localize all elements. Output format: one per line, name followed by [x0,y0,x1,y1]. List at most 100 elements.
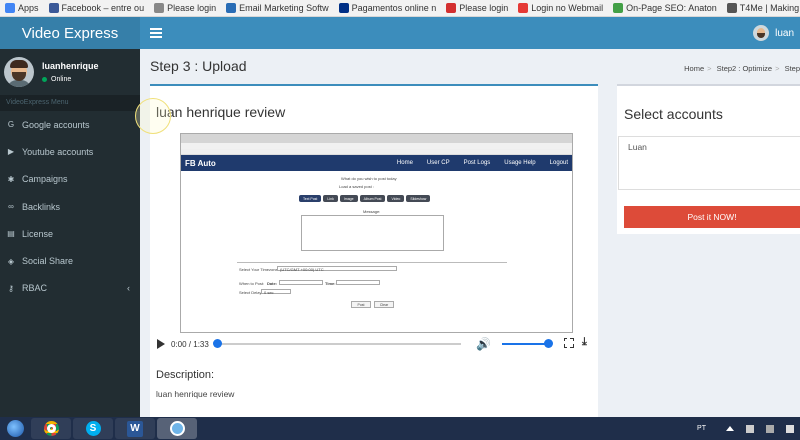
volume-slider[interactable] [502,343,548,345]
video-frame-nav-usercp: User CP [426,160,450,166]
taskbar-word[interactable]: W [115,418,155,439]
bullhorn-icon: ✱ [7,174,15,184]
bookmark-label: On-Page SEO: Anaton [626,3,717,13]
accounts-box: Select accounts Luan Post it NOW! [617,84,800,234]
windows-start-icon [6,420,24,437]
video-frame-nav-help: Usage Help [504,160,536,166]
arrow-up-icon[interactable] [726,426,734,431]
volume-icon[interactable]: 🔊 [476,337,491,351]
nav-user-name: luan [775,27,794,39]
fullscreen-icon[interactable] [563,337,574,348]
bookmark-item[interactable]: On-Page SEO: Anaton [608,3,722,13]
online-dot-icon [42,77,47,82]
bookmark-item[interactable]: Facebook – entre ou [44,3,150,13]
video-player[interactable]: FB Auto Home User CP Post Logs Usage Hel… [180,133,573,333]
accounts-list[interactable]: Luan [618,136,800,190]
bookmark-item[interactable]: T4Me | Making You F [722,3,800,13]
post-now-button[interactable]: Post it NOW! [624,206,800,228]
recorder-icon [169,421,185,436]
breadcrumb-step3: Step [784,64,800,73]
video-frame-delay-select: 0 sec [261,289,291,295]
bookmark-label: Apps [18,3,39,13]
bookmark-item[interactable]: Login no Webmail [513,3,608,13]
bookmark-item[interactable]: Please login [441,3,513,13]
video-frame-timezone-label: Select Your Timezone: [239,267,279,272]
video-seek-bar[interactable] [217,343,461,345]
video-frame-when-label: When to Post: [239,281,265,286]
accounts-title: Select accounts [624,106,723,122]
key-icon: ⚷ [8,283,14,293]
email-icon [226,3,237,13]
taskbar-chrome[interactable] [31,418,71,439]
breadcrumb-home[interactable]: Home [684,64,704,73]
google-icon: G [7,120,15,130]
volume-tray-icon[interactable] [786,424,794,433]
video-frame-clear-button: Clear [374,301,394,308]
bookmark-label: T4Me | Making You F [739,3,800,13]
sidebar-item-label: Social Share [22,256,74,267]
video-frame-timezone-select: (UTC/GMT +00:00) UTC [277,266,397,272]
id-icon [446,3,457,13]
hamburger-menu-icon[interactable] [150,28,162,38]
video-frame-tabs: Text Post Link Image Album Post Video Sl… [299,195,431,202]
sidebar-item-youtube-accounts[interactable]: ▶ Youtube accounts [0,138,140,165]
start-button[interactable] [0,417,30,440]
facebook-icon [48,3,59,13]
play-icon[interactable] [157,339,165,349]
youtube-icon: ▶ [7,147,15,157]
volume-handle[interactable] [544,339,553,348]
video-frame-post-button: Post [351,301,371,308]
sidebar-item-label: RBAC [22,283,48,294]
user-menu[interactable]: luan [753,17,794,49]
video-frame-tab: Link [323,195,338,202]
bookmark-item[interactable]: Please login [149,3,221,13]
avatar [4,57,34,87]
breadcrumb: Home > Step2 : Optimize > Step [684,64,800,73]
bookmark-label: Please login [167,3,217,13]
app-logo[interactable]: Video Express [0,17,140,49]
video-frame-nav-logout: Logout [549,160,568,166]
menu-header: VideoExpress Menu [0,95,140,111]
breadcrumb-step2[interactable]: Step2 : Optimize [717,64,772,73]
video-frame-navbar: FB Auto Home User CP Post Logs Usage Hel… [181,155,572,171]
network-icon[interactable] [766,424,774,433]
sidebar-item-social-share[interactable]: ◈ Social Share [0,247,140,274]
sidebar-item-label: Backlinks [22,201,61,212]
video-controls: 0:00 / 1:33 🔊 ⤓ [150,333,598,355]
sidebar-item-license[interactable]: ▤ License [0,220,140,247]
cursor-highlight-icon [135,98,171,134]
flag-icon[interactable] [746,424,754,433]
video-time: 0:00 / 1:33 [171,339,209,349]
skype-icon: S [85,421,101,436]
description-heading: Description: [156,369,215,381]
bookmark-item[interactable]: Email Marketing Softw [221,3,334,13]
sidebar-item-rbac[interactable]: ⚷ RBAC ‹ [0,275,140,302]
video-frame-prompt: What do you wish to post today [341,176,397,181]
video-frame-tab: Image [339,195,358,202]
sidebar-item-backlinks[interactable]: ∞ Backlinks [0,193,140,220]
video-frame-time-label: Time: [325,281,336,286]
video-title: luan henrique review [156,104,286,120]
taskbar-skype[interactable]: S [73,418,113,439]
bookmark-item[interactable]: Apps [0,3,44,13]
video-frame-tab: Slideshow [406,195,431,202]
bookmark-label: Facebook – entre ou [61,3,145,13]
download-icon[interactable]: ⤓ [582,336,587,349]
sidebar-item-google-accounts[interactable]: G Google accounts [0,111,140,138]
seek-handle[interactable] [213,339,222,348]
bookmark-label: Please login [459,3,509,13]
chevron-left-icon: ‹ [127,283,130,294]
sidebar-item-campaigns[interactable]: ✱ Campaigns [0,166,140,193]
status-badge: Online [42,76,99,83]
top-navbar: luan [140,17,800,49]
page-title: Step 3 : Upload [150,58,247,74]
link-icon: ∞ [8,202,14,212]
taskbar-recorder[interactable] [157,418,197,439]
video-frame-message-box [301,215,444,251]
bookmark-item[interactable]: Pagamentos online n [334,3,442,13]
video-frame-tab: Album Post [359,195,386,202]
word-icon: W [127,420,143,437]
sidebar-item-label: Campaigns [22,174,68,185]
language-indicator[interactable]: PT [697,425,706,432]
list-item[interactable]: Luan [628,142,647,152]
